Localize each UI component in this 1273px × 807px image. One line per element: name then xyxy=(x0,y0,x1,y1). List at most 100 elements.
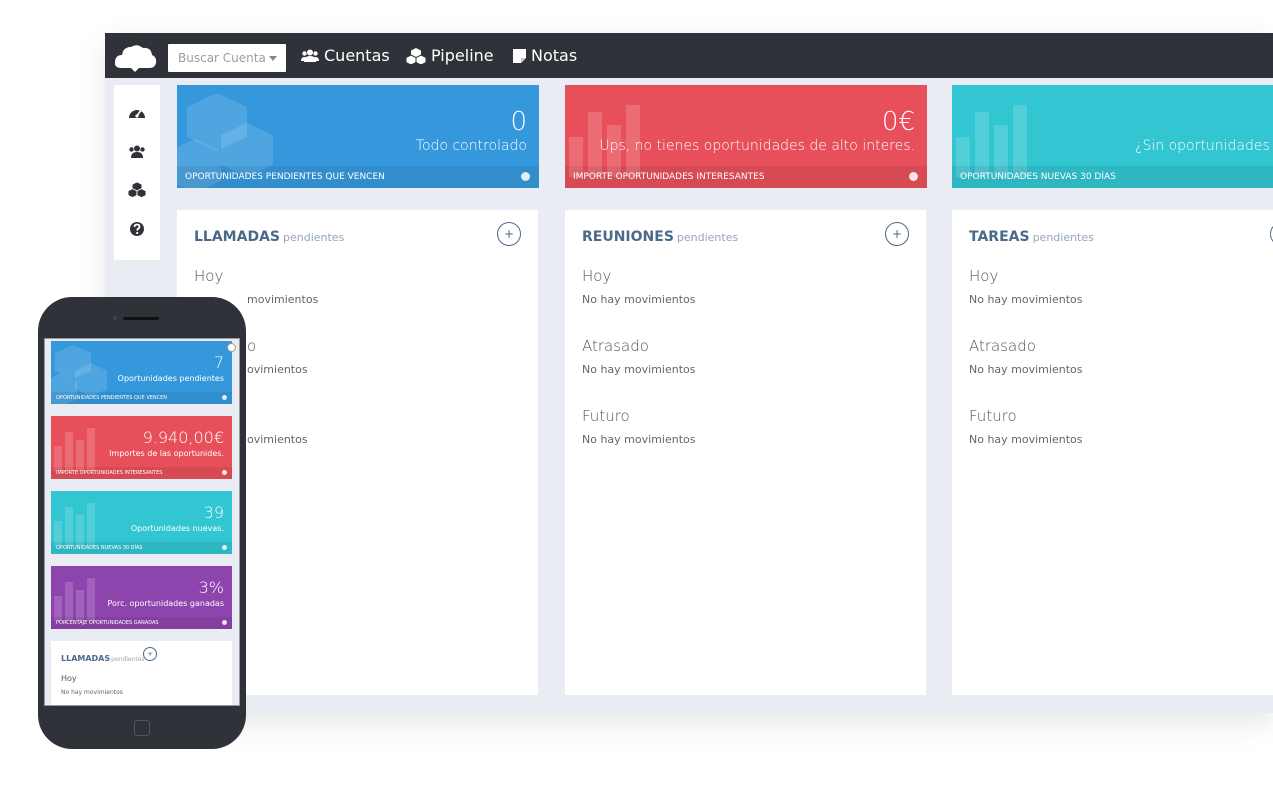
mobile-stat-value: 9.940,00€ xyxy=(142,428,224,447)
mobile-stat-pending[interactable]: 7 Oportunidades pendientes OPORTUNIDADES… xyxy=(51,341,232,404)
dashboard-icon[interactable] xyxy=(128,104,146,122)
camera-icon xyxy=(113,316,117,320)
stat-footer: OPORTUNIDADES PENDIENTES QUE VENCEN xyxy=(177,166,539,188)
panel-title-text: LLAMADAS xyxy=(194,229,280,245)
panel-title: LLAMADAS pendientes xyxy=(194,229,344,245)
search-placeholder: Buscar Cuenta xyxy=(178,51,266,65)
mobile-stat-value: 3% xyxy=(198,578,224,597)
section-text: movimientos xyxy=(247,293,319,306)
mobile-stat-footer-label: OPORTUNIDADES NUEVAS 30 DÍAS xyxy=(56,545,143,551)
stat-footer: OPORTUNIDADES NUEVAS 30 DÍAS xyxy=(952,166,1273,188)
section-text: No hay movimientos xyxy=(969,433,1083,446)
mobile-section-text: No hay movimientos xyxy=(61,689,123,696)
mobile-panel-title-suffix: pendientes xyxy=(111,656,145,663)
nav-cuentas[interactable]: Cuentas xyxy=(301,46,390,65)
mobile-panel-title-text: LLAMADAS xyxy=(61,654,111,663)
mobile-stat-footer: PORCENTAJE OPORTUNIDADES GANADAS xyxy=(51,617,232,629)
mobile-stat-won[interactable]: 3% Porc. oportunidades ganadas PORCENTAJ… xyxy=(51,566,232,629)
section-atrasado: Atrasado xyxy=(969,337,1036,355)
stat-footer-label: OPORTUNIDADES PENDIENTES QUE VENCEN xyxy=(185,172,385,182)
mobile-stat-footer-label: OPORTUNIDADES PENDIENTES QUE VENCEN xyxy=(56,395,168,401)
nav-pipeline[interactable]: Pipeline xyxy=(406,46,494,65)
stat-value: 0 xyxy=(510,107,527,137)
section-text: No hay movimientos xyxy=(582,293,696,306)
stat-footer-label: IMPORTE OPORTUNIDADES INTERESANTES xyxy=(573,172,765,182)
panel-reuniones: REUNIONES pendientes + Hoy No hay movimie… xyxy=(565,210,926,695)
mobile-phone-mockup: 7 Oportunidades pendientes OPORTUNIDADES… xyxy=(38,297,246,749)
mobile-stat-subtitle: Oportunidades nuevas. xyxy=(130,524,224,533)
section-hoy: Hoy xyxy=(194,267,224,285)
add-button[interactable]: + xyxy=(497,222,521,246)
section-text: No hay movimientos xyxy=(969,293,1083,306)
section-hoy: Hoy xyxy=(969,267,999,285)
help-icon[interactable] xyxy=(222,545,227,550)
help-icon[interactable] xyxy=(222,395,227,400)
help-icon[interactable] xyxy=(222,620,227,625)
mobile-stat-footer: IMPORTE OPORTUNIDADES INTERESANTES xyxy=(51,467,232,479)
mobile-stat-footer: OPORTUNIDADES PENDIENTES QUE VENCEN xyxy=(51,392,232,404)
mobile-panel-llamadas: LLAMADASpendientes + Hoy No hay movimien… xyxy=(51,641,232,705)
panel-title-text: TAREAS xyxy=(969,229,1030,245)
stat-subtitle: Todo controlado xyxy=(415,138,527,154)
users-icon[interactable] xyxy=(128,143,146,161)
help-icon[interactable] xyxy=(222,470,227,475)
mobile-panel-title: LLAMADASpendientes xyxy=(61,654,145,663)
cloud-logo-icon[interactable] xyxy=(113,42,157,72)
panel-title-suffix: pendientes xyxy=(676,231,739,244)
section-text: No hay movimientos xyxy=(969,363,1083,376)
stat-footer-label: OPORTUNIDADES NUEVAS 30 DÍAS xyxy=(960,172,1116,182)
section-hoy: Hoy xyxy=(582,267,612,285)
nav-pipeline-label: Pipeline xyxy=(431,46,494,65)
mobile-stat-subtitle: Importes de las oportunides. xyxy=(109,449,224,458)
home-button[interactable] xyxy=(134,720,150,736)
mobile-screen: 7 Oportunidades pendientes OPORTUNIDADES… xyxy=(44,338,240,706)
section-text: No hay movimientos xyxy=(582,363,696,376)
top-navbar: Buscar Cuenta Cuentas Pipeline Notas xyxy=(105,33,1273,78)
mobile-stat-footer-label: IMPORTE OPORTUNIDADES INTERESANTES xyxy=(56,470,163,476)
stat-card-pending[interactable]: 0 Todo controlado OPORTUNIDADES PENDIENT… xyxy=(177,85,539,188)
help-icon[interactable] xyxy=(128,220,146,238)
caret-down-icon[interactable] xyxy=(269,56,277,61)
stat-subtitle: Ups, no tienes oportunidades de alto int… xyxy=(599,138,915,154)
section-futuro: Futuro xyxy=(582,407,630,425)
mobile-stat-footer-label: PORCENTAJE OPORTUNIDADES GANADAS xyxy=(56,620,159,626)
mobile-stat-subtitle: Porc. oportunidades ganadas xyxy=(107,599,224,608)
panel-title-text: REUNIONES xyxy=(582,229,674,245)
stat-card-amount[interactable]: 0€ Ups, no tienes oportunidades de alto … xyxy=(565,85,927,188)
mobile-stat-value: 39 xyxy=(203,503,224,522)
stat-card-new[interactable]: ¿Sin oportunidades nu OPORTUNIDADES NUEV… xyxy=(952,85,1273,188)
help-icon[interactable] xyxy=(227,343,236,352)
panel-title-suffix: pendientes xyxy=(1032,231,1094,244)
mobile-stat-value: 7 xyxy=(213,353,224,372)
note-icon xyxy=(513,48,526,63)
section-atrasado: o xyxy=(247,337,257,355)
stat-subtitle: ¿Sin oportunidades nu xyxy=(1135,138,1273,154)
add-button[interactable]: + xyxy=(143,647,157,661)
help-icon[interactable] xyxy=(909,172,918,181)
stat-footer: IMPORTE OPORTUNIDADES INTERESANTES xyxy=(565,166,927,188)
section-text: No hay movimientos xyxy=(582,433,696,446)
panel-tareas: TAREASpendientes + Hoy No hay movimiento… xyxy=(952,210,1273,695)
account-search-select[interactable]: Buscar Cuenta xyxy=(168,44,286,72)
desktop-app: Buscar Cuenta Cuentas Pipeline Notas 0 T… xyxy=(105,33,1273,713)
nav-notas-label: Notas xyxy=(531,46,578,65)
mobile-stat-subtitle: Oportunidades pendientes xyxy=(117,374,224,383)
speaker-icon xyxy=(123,317,159,320)
panel-title-suffix: pendientes xyxy=(282,231,345,244)
cubes-icon[interactable] xyxy=(128,181,146,199)
section-atrasado: Atrasado xyxy=(582,337,649,355)
section-text: ovimientos xyxy=(247,363,308,376)
nav-cuentas-label: Cuentas xyxy=(324,46,390,65)
stat-value: 0€ xyxy=(881,107,915,137)
panel-title: TAREAS pendientes xyxy=(969,229,1094,245)
help-icon[interactable] xyxy=(521,172,530,181)
mobile-stat-amount[interactable]: 9.940,00€ Importes de las oportunides. I… xyxy=(51,416,232,479)
users-icon xyxy=(301,49,319,62)
nav-notas[interactable]: Notas xyxy=(513,46,577,65)
mobile-section-hoy: Hoy xyxy=(61,674,77,683)
mobile-stat-footer: OPORTUNIDADES NUEVAS 30 DÍAS xyxy=(51,542,232,554)
add-button[interactable]: + xyxy=(885,222,909,246)
cubes-icon xyxy=(406,47,426,64)
sidebar xyxy=(114,85,160,260)
mobile-stat-new[interactable]: 39 Oportunidades nuevas. OPORTUNIDADES N… xyxy=(51,491,232,554)
